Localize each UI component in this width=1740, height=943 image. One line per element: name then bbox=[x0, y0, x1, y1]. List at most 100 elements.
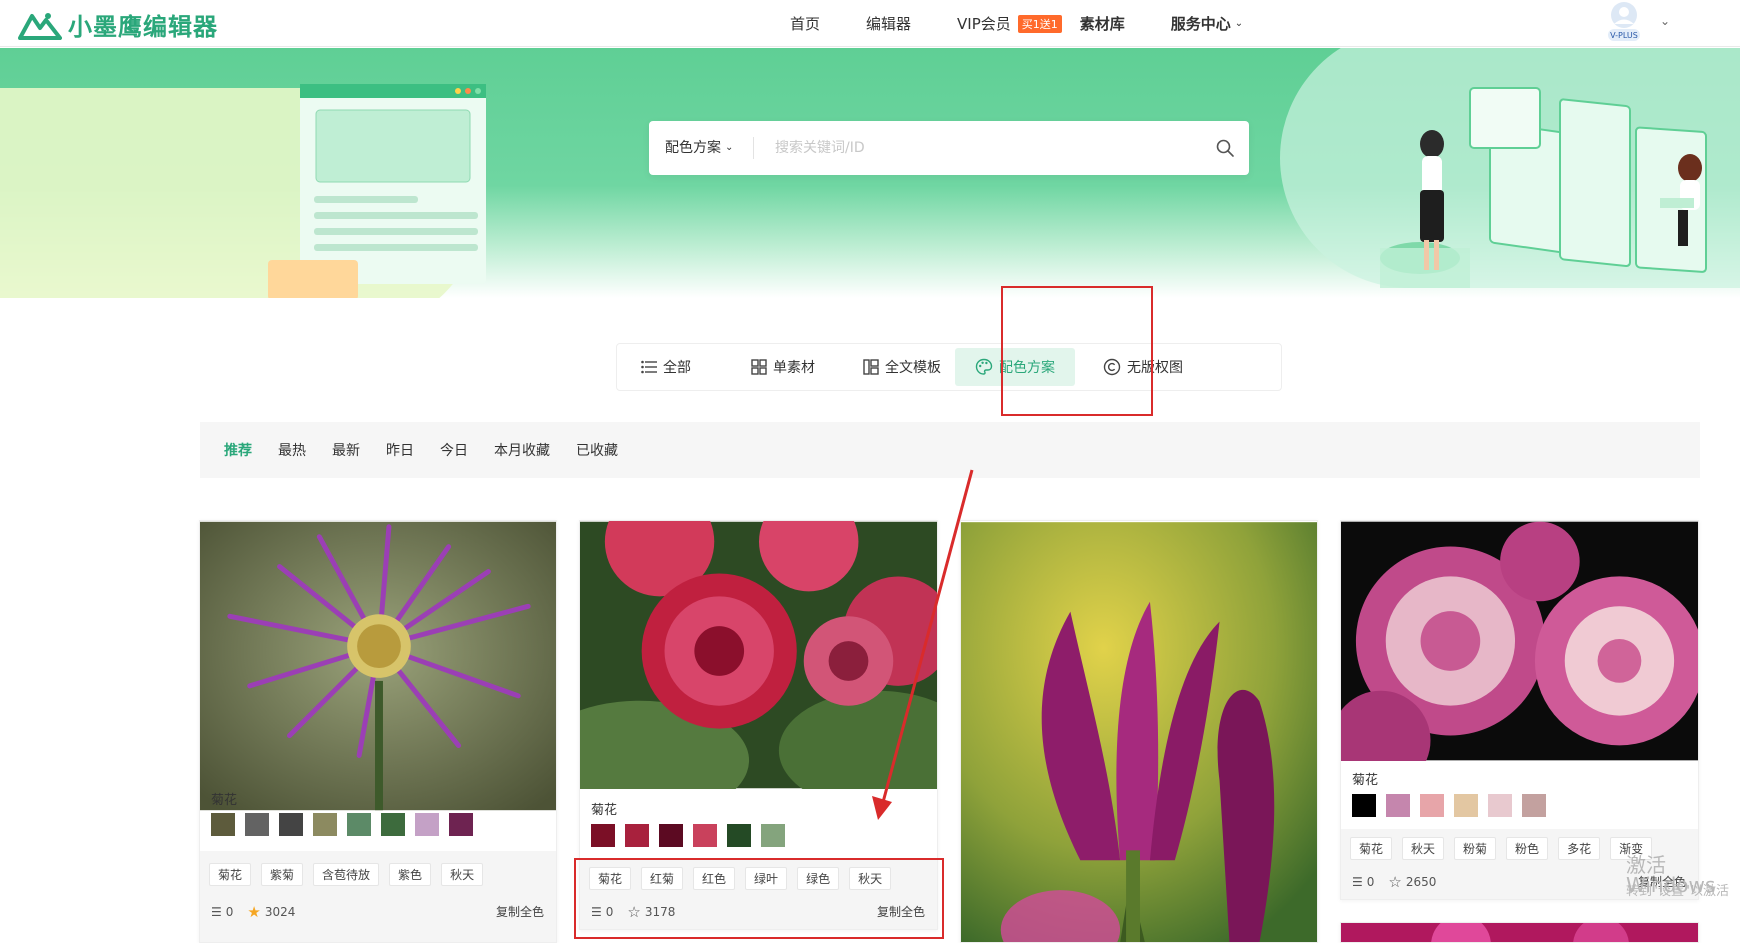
tag[interactable]: 含苞待放 bbox=[313, 863, 380, 886]
filter-month-favorites[interactable]: 本月收藏 bbox=[494, 440, 550, 460]
logo[interactable]: 小墨鹰编辑器 bbox=[18, 7, 218, 42]
palette-icon bbox=[975, 358, 993, 375]
color-swatch[interactable] bbox=[313, 813, 337, 836]
layers-icon: ☰ bbox=[1352, 875, 1363, 889]
color-swatch[interactable] bbox=[245, 813, 269, 836]
layers-count: 0 bbox=[1366, 875, 1375, 889]
color-swatch[interactable] bbox=[659, 824, 683, 847]
card-image[interactable] bbox=[1341, 521, 1698, 761]
windows-activation-hint: 转到"设置"以激活 bbox=[1626, 884, 1729, 899]
search-type-dropdown[interactable]: 配色方案 ⌄ bbox=[665, 137, 733, 157]
color-swatch[interactable] bbox=[591, 824, 615, 847]
tag[interactable]: 菊花 bbox=[1350, 837, 1393, 860]
user-avatar[interactable]: V-PLUS bbox=[1602, 1, 1646, 43]
filter-hottest[interactable]: 最热 bbox=[278, 440, 306, 460]
color-swatch[interactable] bbox=[449, 813, 473, 836]
tag[interactable]: 多花 bbox=[1558, 837, 1601, 860]
tag-list: 菊花 秋天 粉菊 粉色 多花 渐变 bbox=[1350, 837, 1653, 860]
color-swatch[interactable] bbox=[211, 813, 235, 836]
color-swatch[interactable] bbox=[381, 813, 405, 836]
nav-materials[interactable]: 素材库 bbox=[1080, 13, 1125, 34]
tab-copyright-free[interactable]: 无版权图 bbox=[1091, 348, 1195, 386]
search-input[interactable] bbox=[773, 135, 1193, 161]
tag[interactable]: 红菊 bbox=[641, 867, 684, 890]
nav-editor[interactable]: 编辑器 bbox=[866, 13, 911, 34]
star-icon[interactable]: ☆ bbox=[627, 903, 640, 921]
color-swatch[interactable] bbox=[1352, 794, 1376, 817]
tab-all[interactable]: 全部 bbox=[629, 348, 703, 386]
chevron-down-icon: ⌄ bbox=[725, 141, 734, 153]
color-scheme-card[interactable] bbox=[960, 520, 1318, 943]
card-stats: ☰ 0 ★ 3024 bbox=[211, 903, 295, 921]
tab-single-material[interactable]: 单素材 bbox=[739, 348, 827, 386]
card-footer: 菊花 红菊 红色 绿叶 绿色 秋天 ☰ 0 ☆ 3178 复制全色 bbox=[580, 859, 937, 929]
tab-color-scheme-label: 配色方案 bbox=[999, 360, 1055, 376]
tab-color-scheme[interactable]: 配色方案 bbox=[955, 348, 1075, 386]
annotation-arrow bbox=[872, 469, 974, 820]
tag[interactable]: 秋天 bbox=[849, 867, 892, 890]
tag[interactable]: 秋天 bbox=[1402, 837, 1445, 860]
logo-icon bbox=[18, 12, 62, 40]
tab-single-material-label: 单素材 bbox=[773, 360, 815, 376]
tag[interactable]: 粉菊 bbox=[1454, 837, 1497, 860]
color-swatch[interactable] bbox=[1420, 794, 1444, 817]
color-swatch[interactable] bbox=[625, 824, 649, 847]
filter-newest[interactable]: 最新 bbox=[332, 440, 360, 460]
filter-favorited[interactable]: 已收藏 bbox=[576, 440, 618, 460]
color-scheme-card[interactable] bbox=[1340, 922, 1699, 943]
color-swatch[interactable] bbox=[1454, 794, 1478, 817]
nav-links: 首页 编辑器 VIP会员 买1送1 素材库 服务中心 ⌄ bbox=[790, 0, 1289, 47]
nav-vip[interactable]: VIP会员 买1送1 bbox=[957, 13, 1062, 34]
filter-recommended[interactable]: 推荐 bbox=[224, 440, 252, 460]
color-swatch[interactable] bbox=[1522, 794, 1546, 817]
nav-home[interactable]: 首页 bbox=[790, 13, 820, 34]
tag[interactable]: 秋天 bbox=[441, 863, 484, 886]
tag[interactable]: 绿叶 bbox=[745, 867, 788, 890]
tag[interactable]: 粉色 bbox=[1506, 837, 1549, 860]
search-icon[interactable] bbox=[1215, 138, 1235, 158]
card-image[interactable] bbox=[1341, 923, 1699, 943]
card-title: 菊花 bbox=[591, 803, 618, 818]
color-swatch[interactable] bbox=[761, 824, 785, 847]
filter-today[interactable]: 今日 bbox=[440, 440, 468, 460]
tag-list: 菊花 紫菊 含苞待放 紫色 秋天 bbox=[209, 863, 484, 886]
filter-yesterday[interactable]: 昨日 bbox=[386, 440, 414, 460]
layers-count: 0 bbox=[225, 905, 234, 919]
tag[interactable]: 红色 bbox=[693, 867, 736, 890]
color-scheme-card[interactable]: 菊花 菊花 紫菊 含苞待放 紫色 秋天 ☰ 0 ★ 3024 复制全色 bbox=[199, 520, 557, 943]
copy-all-colors-button[interactable]: 复制全色 bbox=[877, 903, 925, 920]
card-title: 菊花 bbox=[1352, 773, 1379, 788]
tab-copyright-free-label: 无版权图 bbox=[1127, 360, 1183, 376]
tab-all-label: 全部 bbox=[663, 360, 691, 376]
color-swatch[interactable] bbox=[727, 824, 751, 847]
color-swatch[interactable] bbox=[1488, 794, 1512, 817]
color-swatch[interactable] bbox=[693, 824, 717, 847]
avatar-badge-text: V-PLUS bbox=[1610, 31, 1638, 40]
search-divider bbox=[753, 137, 754, 159]
card-image[interactable] bbox=[961, 521, 1317, 943]
category-tabs: 全部 单素材 全文模板 配色方案 无版权图 bbox=[616, 343, 1282, 391]
color-swatch[interactable] bbox=[1386, 794, 1410, 817]
list-icon bbox=[641, 360, 657, 374]
tag[interactable]: 菊花 bbox=[209, 863, 252, 886]
star-icon[interactable]: ★ bbox=[247, 903, 260, 921]
tag[interactable]: 紫菊 bbox=[261, 863, 304, 886]
search-bar: 配色方案 ⌄ bbox=[649, 121, 1249, 175]
layers-icon: ☰ bbox=[211, 905, 222, 919]
color-swatch[interactable] bbox=[415, 813, 439, 836]
card-image[interactable] bbox=[200, 521, 556, 811]
layers-count: 0 bbox=[605, 905, 614, 919]
search-type-label: 配色方案 bbox=[665, 140, 721, 156]
tab-full-template[interactable]: 全文模板 bbox=[851, 348, 953, 386]
tag[interactable]: 菊花 bbox=[589, 867, 632, 890]
color-scheme-card[interactable]: 菊花 菊花 秋天 粉菊 粉色 多花 渐变 ☰ 0 ☆ 2650 复制全色 bbox=[1340, 520, 1699, 900]
color-swatch[interactable] bbox=[347, 813, 371, 836]
tag[interactable]: 绿色 bbox=[797, 867, 840, 890]
color-swatch[interactable] bbox=[279, 813, 303, 836]
nav-service[interactable]: 服务中心 ⌄ bbox=[1171, 13, 1243, 34]
copy-all-colors-button[interactable]: 复制全色 bbox=[496, 903, 544, 920]
chevron-down-icon[interactable]: ⌄ bbox=[1660, 14, 1670, 28]
tag[interactable]: 紫色 bbox=[389, 863, 432, 886]
document-illustration bbox=[268, 84, 486, 298]
star-icon[interactable]: ☆ bbox=[1388, 873, 1401, 891]
